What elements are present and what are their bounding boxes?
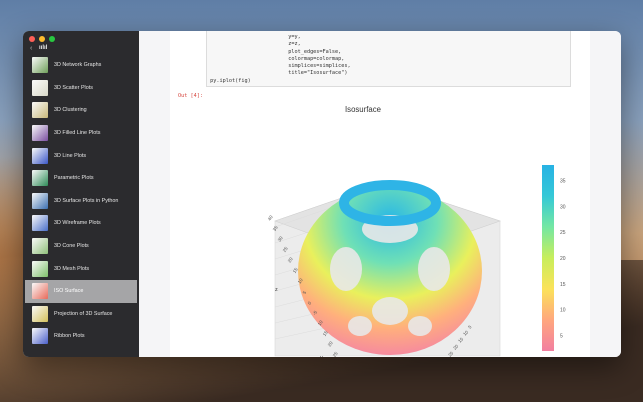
sidebar-item-label: ISO Surface	[54, 288, 84, 295]
colorbar	[542, 165, 554, 351]
sidebar-item[interactable]: 3D Surface Plots in Python	[23, 190, 139, 213]
code-line: title="Isosurface")	[207, 70, 348, 77]
code-line: z=z,	[207, 41, 301, 48]
sidebar-item-label: Ribbon Plots	[54, 333, 85, 340]
sidebar-item-label: 3D Scatter Plots	[54, 84, 93, 91]
close-button[interactable]	[29, 36, 35, 42]
item-thumbnail	[32, 125, 48, 142]
sidebar-item[interactable]: 3D Cone Plots	[23, 235, 139, 258]
item-thumbnail	[32, 170, 48, 187]
colorbar-tick: 35	[560, 179, 566, 185]
sidebar-item-label: 3D Filled Line Plots	[54, 130, 101, 137]
zoom-button[interactable]	[49, 36, 55, 42]
isosurface-hole	[372, 297, 408, 325]
code-cell[interactable]: y=y, z=z, plot_edges=False, colormap=col…	[206, 31, 571, 87]
sidebar-item-label: 3D Surface Plots in Python	[54, 197, 119, 204]
item-thumbnail	[32, 102, 48, 119]
sidebar-item-label: 3D Mesh Plots	[54, 265, 90, 272]
item-thumbnail	[32, 283, 48, 300]
item-thumbnail	[32, 305, 48, 322]
colorbar-tick: 25	[560, 230, 566, 236]
isosurface-body	[298, 187, 482, 355]
z-axis-label: z	[275, 287, 278, 293]
isosurface-plot[interactable]: 5 10 15 20 25 30 35 40 35 30 25 20 15 10 5 0 -5 10 15 20 25 z…	[170, 121, 590, 357]
item-thumbnail	[32, 79, 48, 96]
sidebar-item[interactable]: Projection of 3D Surface	[23, 303, 139, 326]
sidebar-item-label: Projection of 3D Surface	[54, 310, 113, 317]
item-thumbnail	[32, 328, 48, 345]
code-line: colormap=colormap,	[207, 55, 345, 62]
app-logo: ıılıl	[39, 45, 48, 51]
code-line: y=y,	[207, 34, 301, 40]
code-text: y=y, z=z, plot_edges=False, colormap=col…	[207, 34, 351, 85]
isosurface-hole	[330, 247, 362, 291]
colorbar-tick: 5	[560, 334, 563, 340]
sidebar-item-label: 3D Cone Plots	[54, 243, 89, 250]
sidebar-item-label: 3D Clustering	[54, 107, 87, 114]
code-line: simplices=simplices,	[207, 63, 351, 70]
sidebar-item-label: Parametric Plots	[54, 175, 94, 182]
item-thumbnail	[32, 238, 48, 255]
sidebar-item-label: 3D Wireframe Plots	[54, 220, 101, 227]
notebook-page: y=y, z=z, plot_edges=False, colormap=col…	[170, 31, 590, 357]
sidebar-list: 3D Network Graphs 3D Scatter Plots 3D Clus…	[23, 54, 139, 348]
sidebar-item-label: 3D Line Plots	[54, 152, 87, 159]
item-thumbnail	[32, 147, 48, 164]
colorbar-tick: 20	[560, 256, 566, 262]
sidebar-item[interactable]: 3D Filled Line Plots	[23, 122, 139, 145]
sidebar-item[interactable]: 3D Clustering	[23, 99, 139, 122]
isosurface-hole	[408, 316, 432, 336]
window-controls	[29, 36, 55, 42]
y-axis-label: y	[320, 355, 323, 357]
sidebar: ‹ ıılıl 3D Network Graphs 3D Scatter Plot…	[23, 31, 139, 357]
sidebar-item[interactable]: ISO Surface	[25, 279, 137, 303]
sidebar-item[interactable]: 3D Network Graphs	[23, 54, 139, 77]
isosurface-hole	[418, 247, 450, 291]
output-label: Out [4]:	[178, 93, 203, 99]
sidebar-item[interactable]: 3D Mesh Plots	[23, 257, 139, 280]
sidebar-item[interactable]: Ribbon Plots	[23, 325, 139, 348]
code-line: py.iplot(fig)	[207, 77, 251, 84]
z-axis-tick: 40	[267, 214, 274, 221]
item-thumbnail	[32, 215, 48, 232]
plot-title: Isosurface	[345, 105, 381, 114]
isosurface-hole	[348, 316, 372, 336]
main-content: y=y, z=z, plot_edges=False, colormap=col…	[139, 31, 621, 357]
back-icon[interactable]: ‹	[30, 45, 32, 52]
code-line: plot_edges=False,	[207, 48, 342, 55]
item-thumbnail	[32, 57, 48, 74]
colorbar-tick: 10	[560, 308, 566, 314]
sidebar-item[interactable]: 3D Wireframe Plots	[23, 212, 139, 235]
sidebar-item[interactable]: 3D Scatter Plots	[23, 77, 139, 100]
colorbar-tick: 15	[560, 282, 566, 288]
app-window: ‹ ıılıl 3D Network Graphs 3D Scatter Plot…	[23, 31, 621, 357]
plot-svg: 51015202530354035302520151050-510152025z…	[267, 165, 566, 357]
minimize-button[interactable]	[39, 36, 45, 42]
sidebar-item[interactable]: 3D Line Plots	[23, 144, 139, 167]
sidebar-item-label: 3D Network Graphs	[54, 62, 102, 69]
colorbar-tick: 30	[560, 204, 566, 210]
sidebar-item[interactable]: Parametric Plots	[23, 167, 139, 190]
item-thumbnail	[32, 192, 48, 209]
item-thumbnail	[32, 260, 48, 277]
